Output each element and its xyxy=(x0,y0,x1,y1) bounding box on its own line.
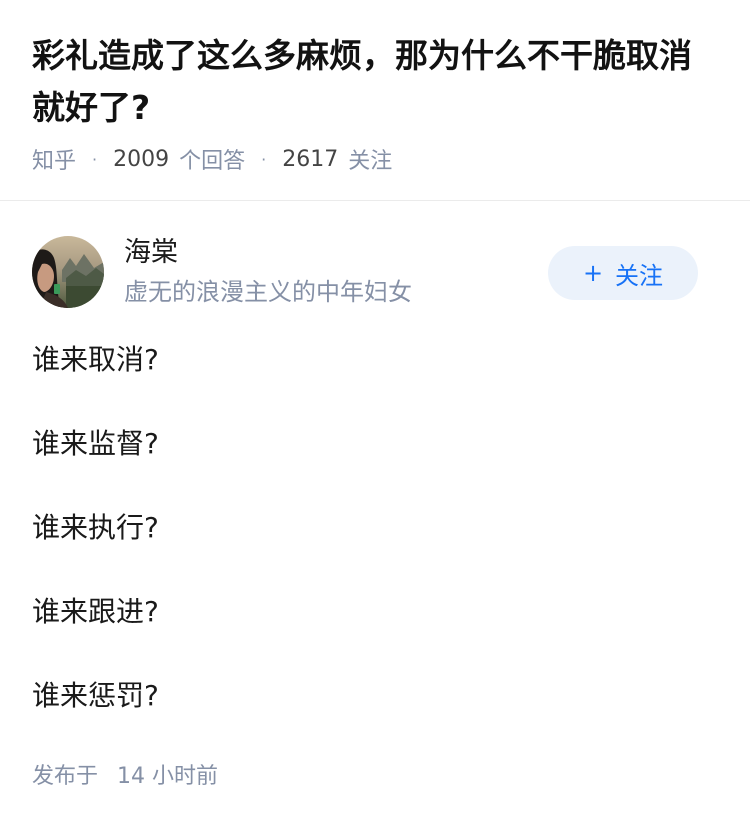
separator-dot: · xyxy=(261,149,267,169)
section-divider xyxy=(0,200,750,201)
answer-paragraph: 谁来跟进? xyxy=(32,595,159,628)
answer-paragraph: 谁来监督? xyxy=(32,427,159,460)
avatar-photo-icon xyxy=(32,236,104,308)
published-label: 发布于 xyxy=(32,764,99,789)
author-avatar[interactable] xyxy=(32,236,104,308)
answer-page: 彩礼造成了这么多麻烦，那为什么不干脆取消就好了? 知乎 · 2009 个回答 ·… xyxy=(0,0,750,826)
author-name[interactable]: 海棠 xyxy=(124,234,178,272)
question-meta: 知乎 · 2009 个回答 · 2617 关注 xyxy=(32,143,392,175)
follow-button-label: 关注 xyxy=(615,261,664,290)
published-unit: 小时前 xyxy=(152,764,219,789)
author-bio: 虚无的浪漫主义的中年妇女 xyxy=(124,278,412,306)
followers-label: 关注 xyxy=(348,149,393,174)
answers-label: 个回答 xyxy=(179,149,246,174)
answer-paragraph: 谁来惩罚? xyxy=(32,679,159,712)
question-title[interactable]: 彩礼造成了这么多麻烦，那为什么不干脆取消就好了? xyxy=(32,30,722,134)
source-label[interactable]: 知乎 xyxy=(32,143,76,175)
plus-icon: + xyxy=(582,259,604,287)
separator-dot: · xyxy=(92,149,98,169)
published-num: 14 xyxy=(117,764,146,789)
answers-count: 2009 xyxy=(113,146,170,172)
follow-button[interactable]: + 关注 xyxy=(548,246,698,300)
answer-paragraph: 谁来取消? xyxy=(32,343,159,376)
followers-count: 2617 xyxy=(282,146,339,172)
published-time: 发布于 14 小时前 xyxy=(32,758,218,790)
answer-paragraph: 谁来执行? xyxy=(32,511,159,544)
